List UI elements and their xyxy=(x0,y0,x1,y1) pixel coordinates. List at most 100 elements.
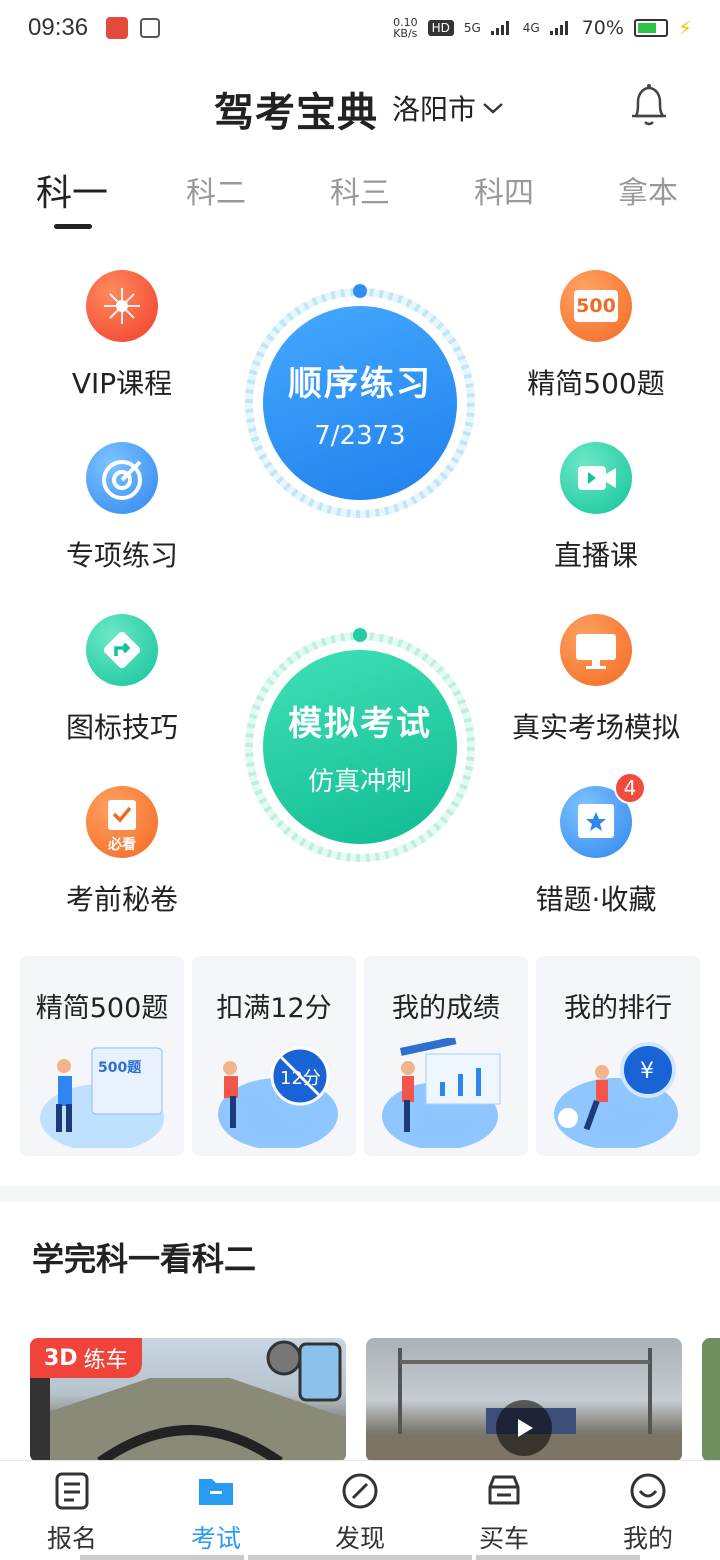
practice-title: 顺序练习 xyxy=(288,363,432,404)
compass-icon xyxy=(342,1473,378,1509)
wrong-count-badge: 4 xyxy=(614,772,646,804)
illustration-12: 12分 xyxy=(218,1046,338,1148)
bottom-nav: 报名 考试 发现 买车 我的 xyxy=(0,1460,720,1560)
practice-progress: 7/2373 xyxy=(314,420,406,451)
3d-practice-tag: 3D 练车 xyxy=(30,1338,142,1378)
feature-sign-tips[interactable]: 图标技巧 xyxy=(22,614,222,746)
video-card-3-partial[interactable] xyxy=(702,1338,720,1462)
nav-signup[interactable]: 报名 xyxy=(0,1471,144,1555)
tab-ke3[interactable]: 科三 xyxy=(330,168,390,212)
battery-percent: 70% xyxy=(581,17,624,39)
svg-text:500题: 500题 xyxy=(98,1060,142,1076)
feature-label: 错题·收藏 xyxy=(535,883,657,916)
500-icon: 500 xyxy=(560,270,632,342)
clipboard-check-icon: 必看 xyxy=(86,786,158,858)
tab-indicator xyxy=(54,224,92,229)
card-my-ranking[interactable]: 我的排行 ¥ xyxy=(536,956,700,1156)
feature-wrong-favorites[interactable]: 4 错题·收藏 xyxy=(496,772,696,918)
feature-label: 精简500题 xyxy=(527,367,665,400)
feature-label: 图标技巧 xyxy=(65,711,178,744)
card-12-points[interactable]: 扣满12分 12分 xyxy=(192,956,356,1156)
feature-label: 考前秘卷 xyxy=(65,883,178,916)
illustration-500: 500题 xyxy=(40,1047,164,1148)
signal-4g-icon: 4G xyxy=(522,21,540,35)
nav-discover[interactable]: 发现 xyxy=(288,1471,432,1555)
feature-live-class[interactable]: 直播课 xyxy=(496,442,696,574)
card-title: 我的排行 xyxy=(564,993,672,1024)
nav-exam[interactable]: 考试 xyxy=(144,1471,288,1555)
network-speed: 0.10 KB/s xyxy=(393,16,418,40)
tab-ke4[interactable]: 科四 xyxy=(474,168,534,212)
must-see-label: 必看 xyxy=(108,837,136,853)
car-icon xyxy=(488,1475,520,1505)
play-button[interactable] xyxy=(496,1400,552,1456)
vip-icon xyxy=(86,270,158,342)
card-title: 我的成绩 xyxy=(392,993,500,1024)
feature-jingjian500[interactable]: 500 精简500题 xyxy=(496,270,696,402)
app-title: 驾考宝典 xyxy=(214,90,378,136)
card-title: 扣满12分 xyxy=(216,993,332,1024)
illustration-ranking: ¥ xyxy=(554,1042,678,1148)
signal-5g-icon: 5G xyxy=(463,21,481,35)
feature-real-exam[interactable]: 真实考场模拟 xyxy=(496,614,696,746)
signal-bars-icon xyxy=(490,21,509,35)
video-camera-icon xyxy=(560,442,632,514)
feature-vip[interactable]: VIP课程 xyxy=(22,270,222,402)
gesture-bar xyxy=(248,1555,472,1560)
nav-label: 发现 xyxy=(334,1524,385,1553)
chevron-down-icon xyxy=(483,103,503,114)
section-divider xyxy=(0,1186,720,1202)
quick-cards: 精简500题 500题 扣满12分 12分 我的成绩 xyxy=(20,956,700,1156)
sequential-practice-button[interactable]: 顺序练习 7/2373 xyxy=(245,284,475,518)
feature-label: VIP课程 xyxy=(71,367,173,400)
feature-label: 专项练习 xyxy=(65,539,178,572)
header: 驾考宝典 洛阳市 xyxy=(0,72,720,142)
subject-tabs: 科一 科二 科三 科四 拿本 xyxy=(0,168,720,238)
gesture-bar xyxy=(476,1555,640,1560)
status-bar: 09:36 0.10 KB/s HD 5G 4G 70% ⚡ xyxy=(0,0,720,56)
illustration-scores xyxy=(382,1038,501,1148)
tab-ke2[interactable]: 科二 xyxy=(186,168,246,212)
card-title: 精简500题 xyxy=(35,993,169,1024)
hd-icon: HD xyxy=(427,20,454,36)
status-time: 09:36 xyxy=(28,14,89,41)
exam-dot xyxy=(353,628,367,642)
video-card-2[interactable] xyxy=(366,1338,682,1462)
target-icon xyxy=(86,442,158,514)
app-notification-icon-2 xyxy=(140,18,161,38)
monitor-icon xyxy=(560,614,632,686)
bookmark-star-icon: 4 xyxy=(560,772,646,858)
nav-label: 报名 xyxy=(46,1524,97,1553)
city-selector[interactable]: 洛阳市 xyxy=(392,88,504,128)
feature-secret-paper[interactable]: 必看 考前秘卷 xyxy=(22,786,222,918)
folder-icon xyxy=(199,1479,233,1505)
gesture-bar xyxy=(80,1555,244,1560)
tab-ke1[interactable]: 科一 xyxy=(36,164,108,216)
nav-mine[interactable]: 我的 xyxy=(576,1471,720,1555)
tab-naben[interactable]: 拿本 xyxy=(618,168,678,212)
bell-icon[interactable] xyxy=(628,82,670,128)
charging-icon: ⚡ xyxy=(677,16,692,40)
feature-label: 直播课 xyxy=(553,539,638,572)
mock-exam-button[interactable]: 模拟考试 仿真冲刺 xyxy=(245,628,475,862)
card-jingjian500[interactable]: 精简500题 500题 xyxy=(20,956,184,1156)
signal-bars-icon-2 xyxy=(549,21,568,35)
feature-special-practice[interactable]: 专项练习 xyxy=(22,442,222,574)
nav-label: 我的 xyxy=(622,1524,673,1553)
section-title: 学完科一看科二 xyxy=(32,1240,257,1278)
nav-label: 考试 xyxy=(190,1524,241,1553)
document-icon xyxy=(55,1472,89,1510)
video-card-3d[interactable]: 3D 练车 xyxy=(30,1338,346,1462)
profile-icon xyxy=(630,1473,666,1509)
city-label: 洛阳市 xyxy=(392,93,477,126)
exam-title: 模拟考试 xyxy=(288,704,432,744)
app-notification-icon xyxy=(106,17,129,39)
road-sign-icon xyxy=(86,614,158,686)
progress-dot xyxy=(353,284,367,298)
nav-buy-car[interactable]: 买车 xyxy=(432,1471,576,1555)
svg-text:¥: ¥ xyxy=(640,1059,654,1084)
nav-label: 买车 xyxy=(478,1524,529,1553)
exam-subtitle: 仿真冲刺 xyxy=(307,767,412,797)
card-my-scores[interactable]: 我的成绩 xyxy=(364,956,528,1156)
battery-icon xyxy=(633,19,668,37)
